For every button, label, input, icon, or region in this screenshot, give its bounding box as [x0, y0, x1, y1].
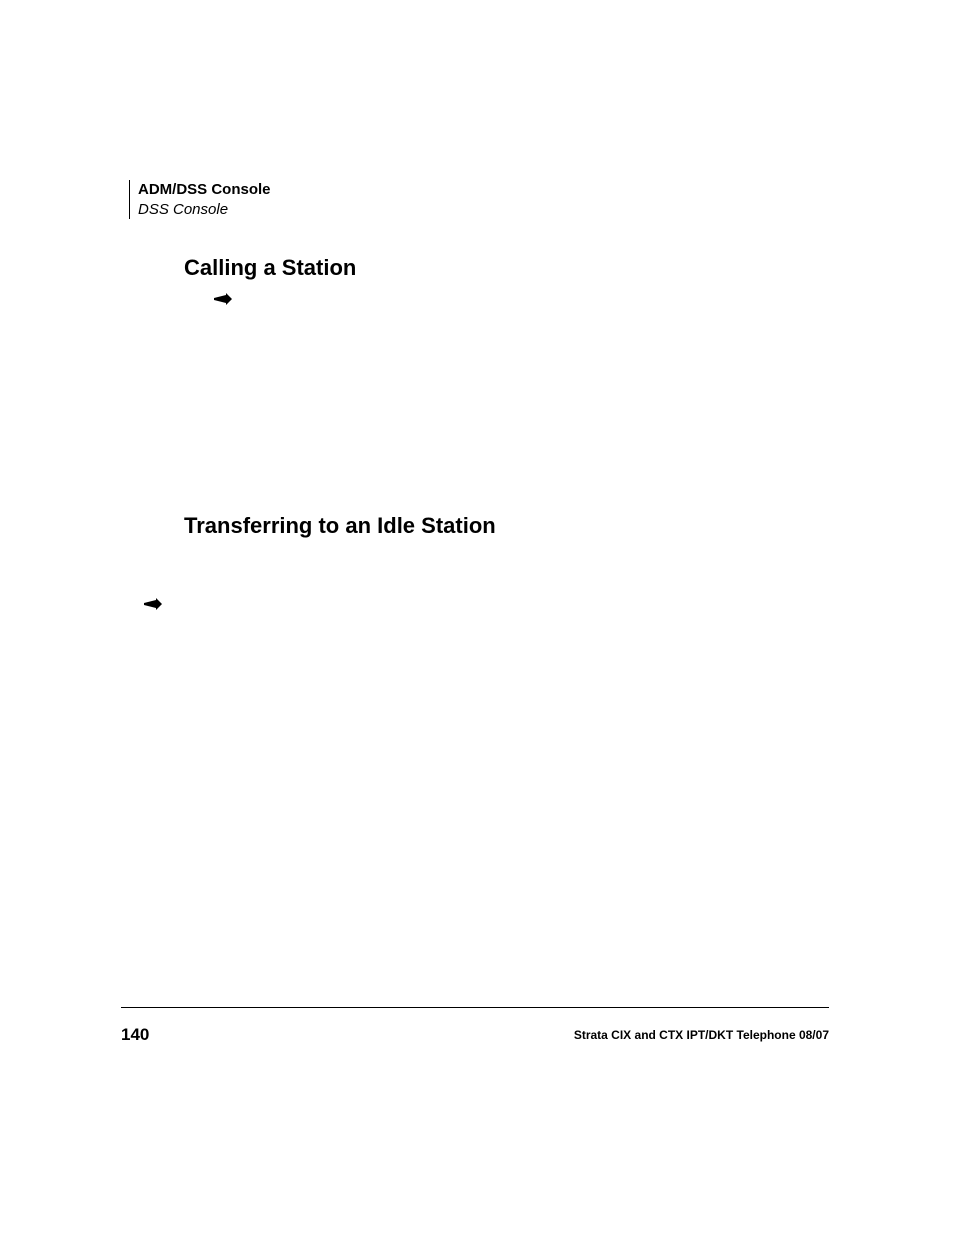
document-page: ADM/DSS Console DSS Console Calling a St… — [0, 0, 954, 1235]
header-chapter: ADM/DSS Console — [138, 180, 271, 200]
page-header: ADM/DSS Console DSS Console — [129, 180, 271, 219]
bullet-arrow-icon — [144, 597, 162, 615]
section-heading-transferring: Transferring to an Idle Station — [184, 513, 496, 539]
bullet-arrow-icon — [214, 292, 232, 310]
section-heading-calling: Calling a Station — [184, 255, 356, 281]
footer-doc-title: Strata CIX and CTX IPT/DKT Telephone 08/… — [574, 1028, 829, 1042]
header-section: DSS Console — [138, 200, 271, 220]
page-number: 140 — [121, 1025, 149, 1045]
footer-rule — [121, 1007, 829, 1008]
